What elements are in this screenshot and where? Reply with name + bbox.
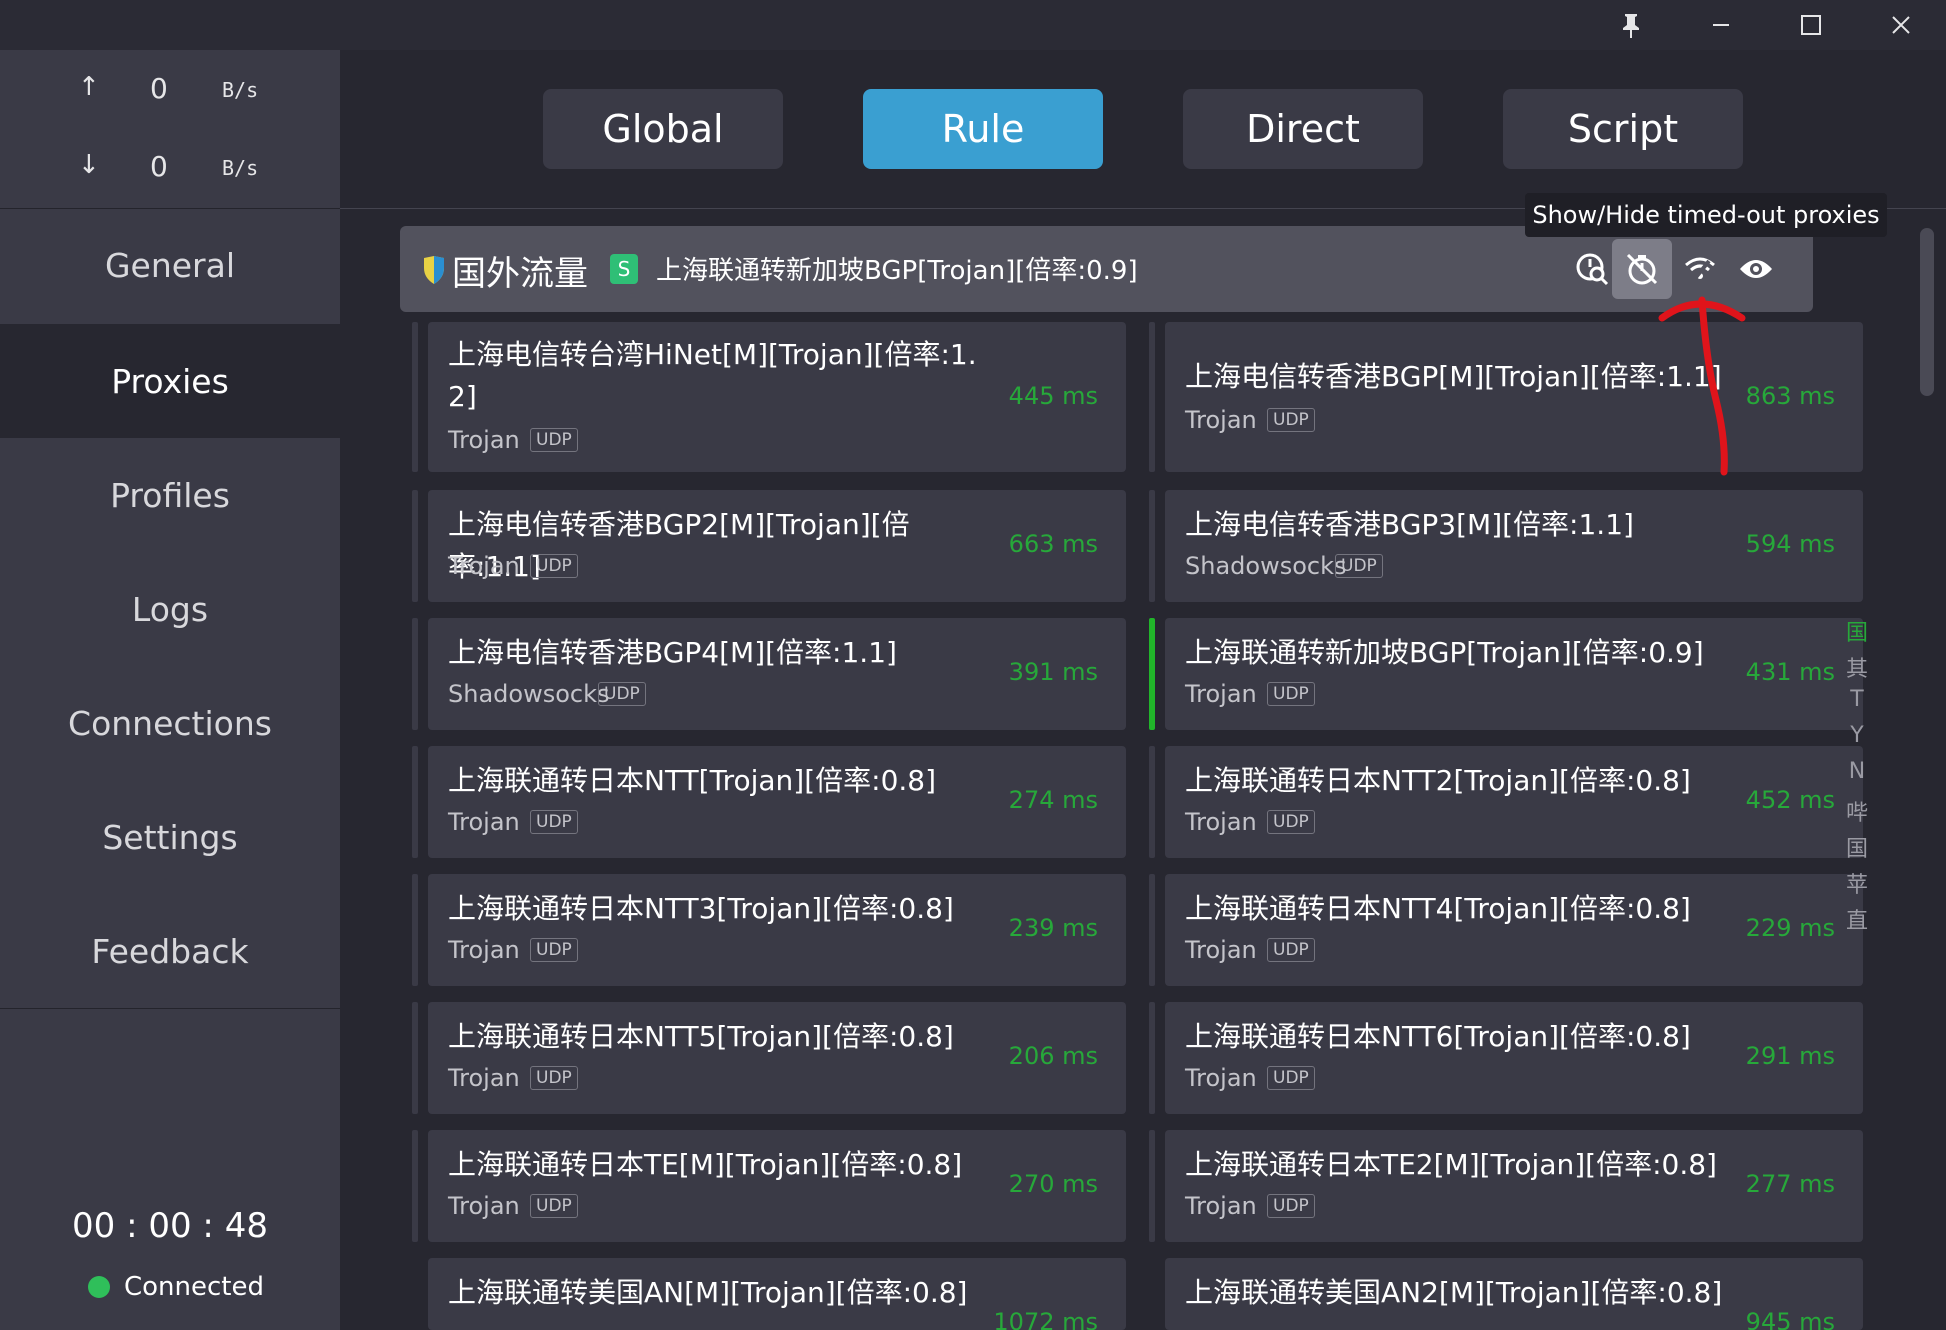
annotation-arrow-icon <box>1658 296 1746 476</box>
